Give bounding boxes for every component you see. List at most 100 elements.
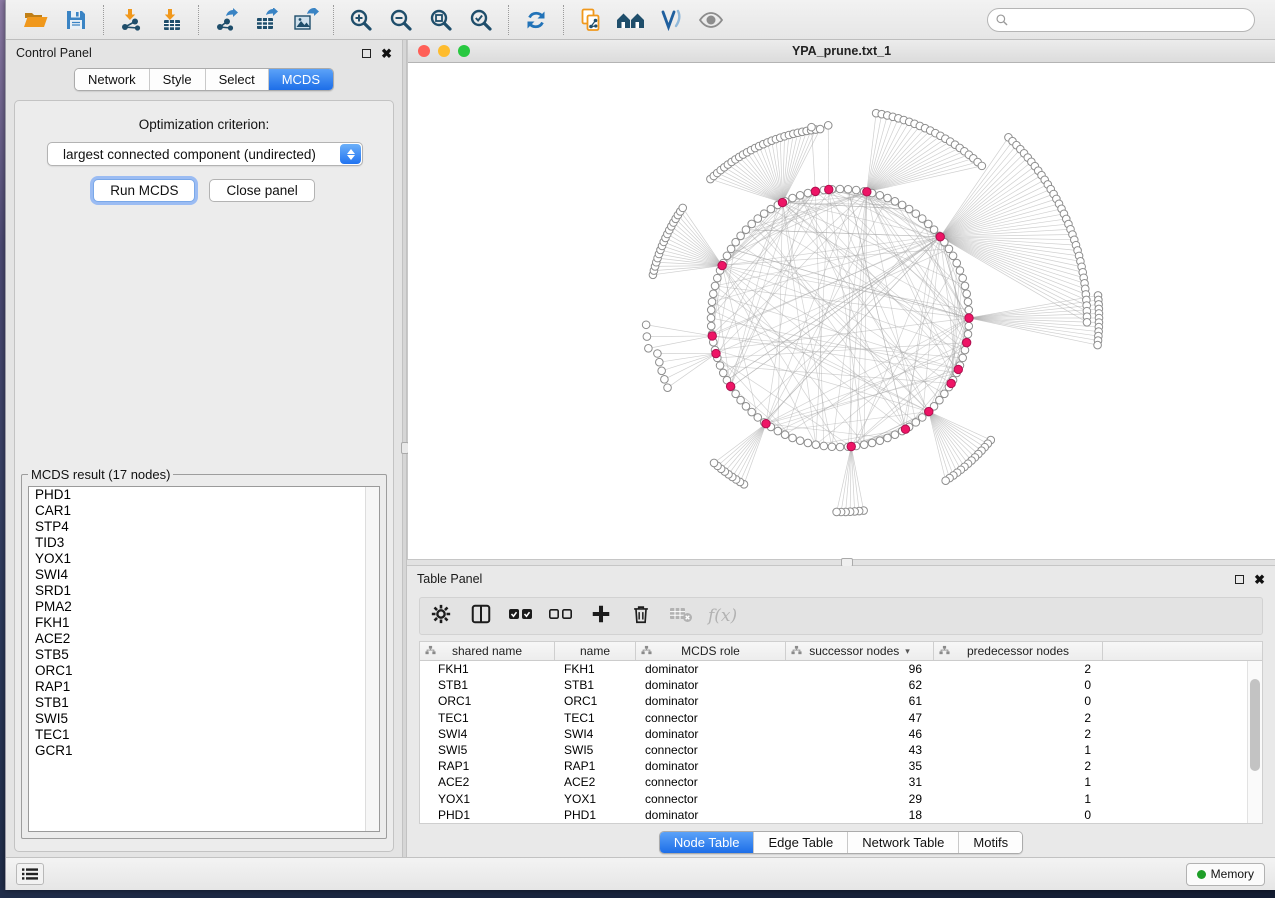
toolbar-separator [103,5,104,35]
mcds-result-item[interactable]: ORC1 [29,663,379,679]
refresh-button[interactable] [516,3,556,37]
select-all-button[interactable] [508,602,534,630]
split-panel-button[interactable] [468,602,494,630]
add-column-button[interactable] [588,602,614,630]
hierarchy-icon [641,645,652,659]
close-table-panel-icon[interactable]: ✖ [1254,573,1265,586]
horizontal-splitter[interactable] [407,559,1275,566]
table-cell: PHD1 [420,808,555,822]
tab-select[interactable]: Select [206,69,269,90]
mcds-result-item[interactable]: STB5 [29,647,379,663]
save-button[interactable] [56,3,96,37]
mcds-result-item[interactable]: PHD1 [29,487,379,503]
node-table: shared namenameMCDS rolesuccessor nodes▾… [419,641,1263,824]
v-badge-icon [659,8,683,32]
mcds-result-item[interactable]: FKH1 [29,615,379,631]
mcds-result-item[interactable]: SWI4 [29,567,379,583]
main-toolbar [6,0,1275,40]
task-history-button[interactable] [16,863,44,885]
zoom-selected-button[interactable] [461,3,501,37]
save-icon [64,8,88,32]
table-cell: 2 [934,711,1103,725]
export-image-button[interactable] [286,3,326,37]
mcds-result-title: MCDS result (17 nodes) [28,467,173,482]
tab-mcds[interactable]: MCDS [269,69,333,90]
table-row[interactable]: ORC1ORC1dominator610 [420,693,1247,709]
search-input[interactable] [987,8,1255,32]
table-cell: STB1 [420,678,555,692]
mcds-result-item[interactable]: GCR1 [29,743,379,759]
mcds-result-item[interactable]: SWI5 [29,711,379,727]
table-row[interactable]: YOX1YOX1connector291 [420,791,1247,807]
table-cell: RAP1 [420,759,555,773]
double-house-button[interactable] [611,3,651,37]
hierarchy-icon [939,645,950,659]
control-panel-title: Control Panel [16,46,92,60]
tab-network[interactable]: Network [75,69,150,90]
tab-network-table[interactable]: Network Table [848,832,959,853]
network-canvas[interactable] [408,63,1275,559]
table-row[interactable]: RAP1RAP1dominator352 [420,758,1247,774]
double-house-icon [616,8,646,32]
clone-network-button[interactable] [571,3,611,37]
float-table-panel-icon[interactable] [1235,575,1244,584]
dropdown-stepper-icon [340,144,361,164]
float-panel-icon[interactable] [362,49,371,58]
export-table-button[interactable] [246,3,286,37]
optimization-dropdown[interactable]: largest connected component (undirected) [47,142,363,166]
table-cell: ORC1 [420,694,555,708]
run-mcds-button[interactable]: Run MCDS [93,179,195,202]
tab-node-table[interactable]: Node Table [660,832,755,853]
zoom-fit-button[interactable] [421,3,461,37]
mcds-result-item[interactable]: RAP1 [29,679,379,695]
table-cell: YOX1 [555,792,636,806]
table-row[interactable]: FKH1FKH1dominator962 [420,661,1247,677]
deselect-all-button[interactable] [548,602,574,630]
table-row[interactable]: ACE2ACE2connector311 [420,774,1247,790]
export-network-button[interactable] [206,3,246,37]
split-panel-icon [470,603,492,630]
column-header-MCDS-role[interactable]: MCDS role [636,642,786,660]
mcds-result-item[interactable]: ACE2 [29,631,379,647]
table-cell: 35 [786,759,934,773]
tab-style[interactable]: Style [150,69,206,90]
mcds-result-item[interactable]: SRD1 [29,583,379,599]
table-cell: ACE2 [420,775,555,789]
mcds-result-item[interactable]: TID3 [29,535,379,551]
import-table-button[interactable] [151,3,191,37]
mcds-result-item[interactable]: PMA2 [29,599,379,615]
column-header-shared-name[interactable]: shared name [420,642,555,660]
table-toolbar: f(x) [419,597,1263,635]
open-folder-button[interactable] [16,3,56,37]
mcds-result-item[interactable]: YOX1 [29,551,379,567]
clone-network-icon [579,8,603,32]
mcds-result-item[interactable]: STB1 [29,695,379,711]
memory-button[interactable]: Memory [1186,863,1265,886]
list-icon [22,867,38,881]
close-panel-button[interactable]: Close panel [209,179,314,202]
mcds-result-item[interactable]: STP4 [29,519,379,535]
tab-edge-table[interactable]: Edge Table [754,832,848,853]
table-row[interactable]: TEC1TEC1connector472 [420,710,1247,726]
import-network-button[interactable] [111,3,151,37]
table-row[interactable]: SWI4SWI4dominator462 [420,726,1247,742]
table-row[interactable]: SWI5SWI5connector431 [420,742,1247,758]
zoom-in-button[interactable] [341,3,381,37]
gear-button[interactable] [428,602,454,630]
mcds-panel: Optimization criterion: largest connecte… [14,100,394,852]
v-badge-button[interactable] [651,3,691,37]
memory-label: Memory [1211,867,1254,881]
tab-motifs[interactable]: Motifs [959,832,1022,853]
column-header-predecessor-nodes[interactable]: predecessor nodes [934,642,1103,660]
column-header-successor-nodes[interactable]: successor nodes▾ [786,642,934,660]
zoom-out-button[interactable] [381,3,421,37]
table-row[interactable]: STB1STB1dominator620 [420,677,1247,693]
mcds-result-item[interactable]: CAR1 [29,503,379,519]
table-row[interactable]: PHD1PHD1dominator180 [420,807,1247,823]
close-panel-icon[interactable]: ✖ [381,47,392,60]
table-scrollbar[interactable] [1247,661,1262,823]
mcds-list-scrollbar[interactable] [365,487,379,831]
trash-button[interactable] [628,602,654,630]
mcds-result-item[interactable]: TEC1 [29,727,379,743]
column-header-name[interactable]: name [555,642,636,660]
